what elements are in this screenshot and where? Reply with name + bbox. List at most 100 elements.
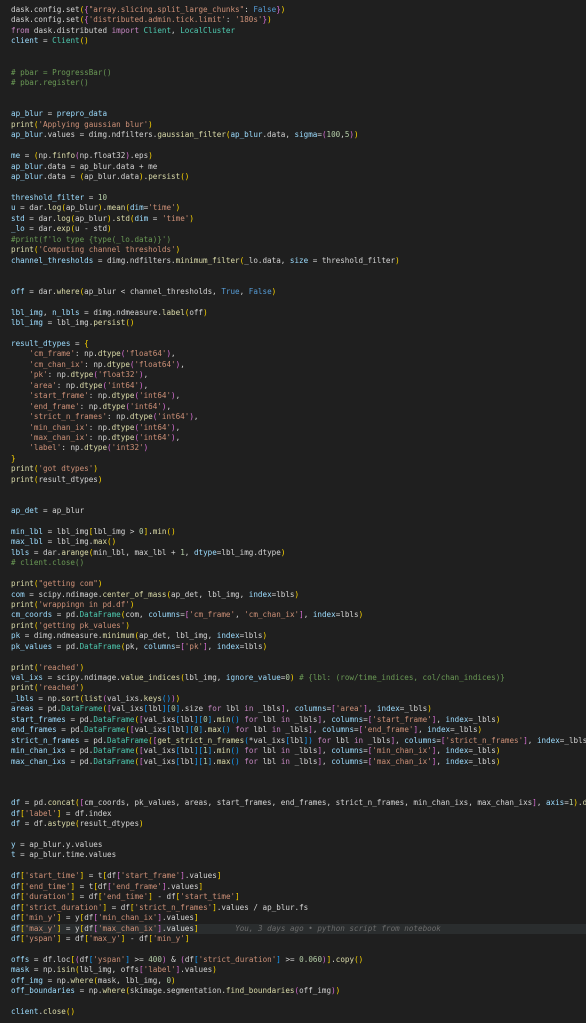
code-line[interactable]: threshold_filter = 10 bbox=[11, 193, 586, 203]
code-line[interactable]: df['label'] = df.index bbox=[11, 809, 586, 819]
code-line[interactable]: df['min_y'] = y[df['min_chan_ix'].values… bbox=[11, 913, 586, 923]
code-line[interactable]: std = dar.log(ap_blur).std(dim = 'time') bbox=[11, 214, 586, 224]
code-line[interactable] bbox=[11, 99, 586, 109]
code-line[interactable] bbox=[11, 57, 586, 67]
code-line[interactable]: print("getting com") bbox=[11, 579, 586, 589]
code-line[interactable]: 'cm_chan_ix': np.dtype('float64'), bbox=[11, 360, 586, 370]
code-line[interactable]: t = ap_blur.time.values bbox=[11, 850, 586, 860]
code-line[interactable]: _lbls = np.sort(list(val_ixs.keys())) bbox=[11, 694, 586, 704]
code-lines[interactable]: dask.config.set({"array.slicing.split_la… bbox=[11, 5, 586, 1017]
code-line[interactable]: df['duration'] = df['end_time'] - df['st… bbox=[11, 892, 586, 902]
code-line[interactable]: 'start_frame': np.dtype('int64'), bbox=[11, 391, 586, 401]
code-line[interactable]: # pbar.register() bbox=[11, 78, 586, 88]
code-line[interactable]: df = df.astype(result_dtypes) bbox=[11, 819, 586, 829]
code-line[interactable]: cm_coords = pd.DataFrame(com, columns=['… bbox=[11, 610, 586, 620]
code-line[interactable]: 'cm_frame': np.dtype('float64'), bbox=[11, 349, 586, 359]
code-line[interactable]: ap_blur.data = (ap_blur.data).persist() bbox=[11, 172, 586, 182]
code-line-current[interactable]: df['max_y'] = y[df['max_chan_ix'].values… bbox=[11, 923, 586, 934]
code-line[interactable]: df['strict_duration'] = df['strict_n_fra… bbox=[11, 903, 586, 913]
code-line[interactable]: print('Applying gaussian blur') bbox=[11, 120, 586, 130]
code-line[interactable] bbox=[11, 329, 586, 339]
code-line[interactable]: 'pk': np.dtype('float32'), bbox=[11, 370, 586, 380]
code-line[interactable]: client.close() bbox=[11, 1007, 586, 1017]
code-line[interactable]: max_chan_ixs = pd.DataFrame([val_ixs[lbl… bbox=[11, 757, 586, 767]
code-line[interactable]: 'max_chan_ix': np.dtype('int64'), bbox=[11, 433, 586, 443]
code-line[interactable]: areas = pd.DataFrame([val_ixs[lbl][0].si… bbox=[11, 704, 586, 714]
code-line[interactable]: 'min_chan_ix': np.dtype('int64'), bbox=[11, 423, 586, 433]
code-line[interactable] bbox=[11, 182, 586, 192]
code-line[interactable]: max_lbl = lbl_img.max() bbox=[11, 537, 586, 547]
code-line[interactable]: channel_thresholds = dimg.ndfilters.mini… bbox=[11, 256, 586, 266]
code-line[interactable] bbox=[11, 788, 586, 798]
code-line[interactable]: ap_det = ap_blur bbox=[11, 506, 586, 516]
code-line[interactable] bbox=[11, 652, 586, 662]
code-line[interactable] bbox=[11, 47, 586, 57]
code-line[interactable]: _lo = dar.exp(u - std) bbox=[11, 224, 586, 234]
code-line[interactable]: # client.close() bbox=[11, 558, 586, 568]
code-line[interactable]: off_img = np.where(mask, lbl_img, 0) bbox=[11, 976, 586, 986]
code-line[interactable]: print('Computing channel thresholds') bbox=[11, 245, 586, 255]
code-line[interactable]: df['end_time'] = t[df['end_frame'].value… bbox=[11, 882, 586, 892]
code-line[interactable] bbox=[11, 496, 586, 506]
code-line[interactable]: min_chan_ixs = pd.DataFrame([val_ixs[lbl… bbox=[11, 746, 586, 756]
code-line[interactable] bbox=[11, 141, 586, 151]
code-line[interactable]: dask.config.set({"array.slicing.split_la… bbox=[11, 5, 586, 15]
code-line[interactable]: offs = df.loc[(df['yspan'] >= 400) & (df… bbox=[11, 955, 586, 965]
code-line[interactable]: 'area': np.dtype('int64'), bbox=[11, 381, 586, 391]
code-line[interactable] bbox=[11, 767, 586, 777]
code-line[interactable]: end_frames = pd.DataFrame([val_ixs[lbl][… bbox=[11, 725, 586, 735]
code-line[interactable] bbox=[11, 997, 586, 1007]
code-line[interactable]: lbl_img, n_lbls = dimg.ndmeasure.label(o… bbox=[11, 308, 586, 318]
code-line[interactable]: df = pd.concat([cm_coords, pk_values, ar… bbox=[11, 798, 586, 808]
code-line[interactable] bbox=[11, 266, 586, 276]
code-line[interactable] bbox=[11, 297, 586, 307]
code-line[interactable]: print('wrappingn in pd.df') bbox=[11, 600, 586, 610]
code-line[interactable]: pk_values = pd.DataFrame(pk, columns=['p… bbox=[11, 642, 586, 652]
code-line[interactable]: from dask.distributed import Client, Loc… bbox=[11, 26, 586, 36]
code-line[interactable]: ap_blur = prepro_data bbox=[11, 109, 586, 119]
code-line[interactable]: print(result_dtypes) bbox=[11, 475, 586, 485]
code-editor[interactable]: dask.config.set({"array.slicing.split_la… bbox=[0, 0, 586, 1023]
code-line[interactable]: print('got dtypes') bbox=[11, 464, 586, 474]
code-line[interactable]: strict_n_frames = pd.DataFrame([get_stri… bbox=[11, 736, 586, 746]
code-line[interactable]: print('reached') bbox=[11, 663, 586, 673]
code-line[interactable]: dask.config.set({'distributed.admin.tick… bbox=[11, 15, 586, 25]
code-line[interactable] bbox=[11, 569, 586, 579]
code-line[interactable]: } bbox=[11, 454, 586, 464]
code-line[interactable]: y = ap_blur.y.values bbox=[11, 840, 586, 850]
code-line[interactable] bbox=[11, 861, 586, 871]
code-line[interactable]: # pbar = ProgressBar() bbox=[11, 68, 586, 78]
code-line[interactable] bbox=[11, 276, 586, 286]
code-line[interactable]: ap_blur.data = ap_blur.data + me bbox=[11, 162, 586, 172]
code-line[interactable]: off = dar.where(ap_blur < channel_thresh… bbox=[11, 287, 586, 297]
code-line[interactable]: pk = dimg.ndmeasure.minimum(ap_det, lbl_… bbox=[11, 631, 586, 641]
code-line[interactable]: mask = np.isin(lbl_img, offs['label'].va… bbox=[11, 965, 586, 975]
code-line[interactable]: ap_blur.values = dimg.ndfilters.gaussian… bbox=[11, 130, 586, 140]
code-line[interactable]: lbls = dar.arange(min_lbl, max_lbl + 1, … bbox=[11, 548, 586, 558]
code-line[interactable]: me = (np.finfo(np.float32).eps) bbox=[11, 151, 586, 161]
code-line[interactable] bbox=[11, 777, 586, 787]
code-line[interactable] bbox=[11, 89, 586, 99]
code-line[interactable]: df['start_time'] = t[df['start_frame'].v… bbox=[11, 871, 586, 881]
code-line[interactable]: 'label': np.dtype('int32') bbox=[11, 443, 586, 453]
code-line[interactable]: df['yspan'] = df['max_y'] - df['min_y'] bbox=[11, 934, 586, 944]
code-line[interactable]: com = scipy.ndimage.center_of_mass(ap_de… bbox=[11, 590, 586, 600]
code-line[interactable]: result_dtypes = { bbox=[11, 339, 586, 349]
code-line[interactable]: val_ixs = scipy.ndimage.value_indices(lb… bbox=[11, 673, 586, 683]
code-line[interactable]: print('getting pk_values') bbox=[11, 621, 586, 631]
code-line[interactable]: lbl_img = lbl_img.persist() bbox=[11, 318, 586, 328]
code-line[interactable]: 'end_frame': np.dtype('int64'), bbox=[11, 402, 586, 412]
code-line[interactable]: start_frames = pd.DataFrame([val_ixs[lbl… bbox=[11, 715, 586, 725]
code-line[interactable]: u = dar.log(ap_blur).mean(dim='time') bbox=[11, 203, 586, 213]
code-line[interactable] bbox=[11, 485, 586, 495]
code-line[interactable]: print('reached') bbox=[11, 683, 586, 693]
code-token: ) bbox=[280, 547, 286, 557]
code-line[interactable]: min_lbl = lbl_img[lbl_img > 0].min() bbox=[11, 527, 586, 537]
code-line[interactable]: #print(f'lo type {type(_lo.data)}') bbox=[11, 235, 586, 245]
code-line[interactable] bbox=[11, 944, 586, 954]
code-line[interactable] bbox=[11, 516, 586, 526]
code-line[interactable]: off_boundaries = np.where(skimage.segmen… bbox=[11, 986, 586, 996]
code-line[interactable]: client = Client() bbox=[11, 36, 586, 46]
code-line[interactable]: 'strict_n_frames': np.dtype('int64'), bbox=[11, 412, 586, 422]
code-line[interactable] bbox=[11, 830, 586, 840]
